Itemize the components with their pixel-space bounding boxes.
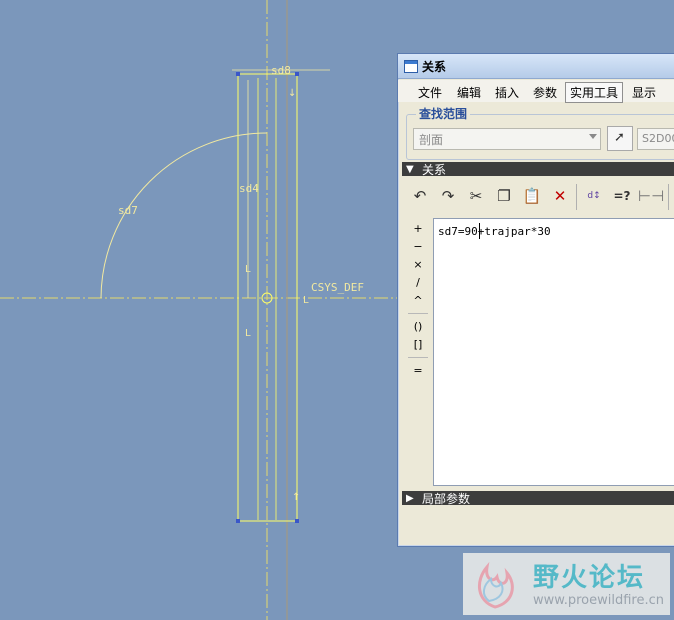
- window-icon: [404, 60, 418, 73]
- switch-dimensions-icon[interactable]: d↕: [582, 184, 606, 208]
- section-name-field[interactable]: S2D000: [637, 128, 674, 150]
- constraint-mark: ↑: [292, 492, 300, 503]
- menu-insert[interactable]: 插入: [491, 83, 523, 102]
- vertex: [295, 519, 299, 523]
- dim-label-sd4[interactable]: sd4: [239, 182, 259, 195]
- toolbar-separator: [668, 184, 669, 210]
- relations-dialog[interactable]: 关系 文件 编辑 插入 参数 实用工具 显示 查找范围 剖面 ➚ S2D000 …: [397, 53, 674, 547]
- constraint-mark: L: [245, 264, 251, 275]
- operator-multiply[interactable]: ×: [406, 257, 430, 273]
- paste-icon[interactable]: 📋: [520, 184, 544, 208]
- constraint-mark: L: [303, 295, 309, 306]
- cut-icon[interactable]: ✂: [464, 184, 488, 208]
- operator-divide[interactable]: /: [406, 275, 430, 291]
- search-scope-label: 查找范围: [416, 105, 471, 122]
- flame-logo-icon: [478, 561, 514, 609]
- vertex: [236, 519, 240, 523]
- relations-editor[interactable]: sd7=90+trajpar*30: [433, 218, 674, 486]
- constraint-mark: ↓: [288, 88, 296, 99]
- undo-icon[interactable]: ↶: [408, 184, 432, 208]
- operator-separator: [408, 357, 428, 358]
- evaluate-icon[interactable]: =?: [610, 184, 634, 208]
- vertex: [236, 72, 240, 76]
- redo-icon[interactable]: ↷: [436, 184, 460, 208]
- local-params-title: 局部参数: [422, 492, 471, 506]
- relations-section-title: 关系: [422, 163, 447, 177]
- operator-plus[interactable]: +: [406, 221, 430, 237]
- collapse-triangle-icon: ▼: [406, 164, 414, 175]
- relations-toolbar: ↶ ↷ ✂ ❐ 📋 ✕ d↕ =? ⊢⊣: [406, 180, 674, 214]
- dialog-title: 关系: [422, 60, 447, 74]
- dim-label-sd7[interactable]: sd7: [118, 204, 138, 217]
- expand-triangle-icon: ▶: [406, 493, 414, 504]
- operator-equals[interactable]: =: [406, 363, 430, 379]
- select-pointer-button[interactable]: ➚: [607, 126, 633, 151]
- watermark: 野火论坛 www.proewildfire.cn: [463, 553, 670, 615]
- menu-edit[interactable]: 编辑: [453, 83, 485, 102]
- watermark-url: www.proewildfire.cn: [533, 593, 664, 608]
- section-name-value: S2D000: [642, 132, 674, 145]
- menu-bar: 文件 编辑 插入 参数 实用工具 显示: [398, 80, 674, 103]
- delete-icon[interactable]: ✕: [548, 184, 572, 208]
- relations-section-header[interactable]: ▼ 关系: [402, 162, 674, 177]
- copy-icon[interactable]: ❐: [492, 184, 516, 208]
- dialog-titlebar[interactable]: 关系: [398, 54, 674, 79]
- csys-label: CSYS_DEF: [311, 281, 364, 294]
- menu-file[interactable]: 文件: [414, 83, 446, 102]
- vertex: [295, 72, 299, 76]
- dim-label-sd8[interactable]: sd8: [271, 64, 291, 77]
- measure-icon[interactable]: ⊢⊣: [638, 184, 664, 208]
- watermark-title: 野火论坛: [533, 563, 646, 593]
- menu-utilities[interactable]: 实用工具: [565, 82, 624, 103]
- cursor-arrow-icon: ➚: [614, 130, 625, 145]
- operator-brackets[interactable]: []: [406, 337, 430, 353]
- constraint-mark: L: [245, 328, 251, 339]
- operator-power[interactable]: ^: [406, 293, 430, 309]
- menu-display[interactable]: 显示: [628, 83, 660, 102]
- operator-minus[interactable]: −: [406, 239, 430, 255]
- relation-text: sd7=90+trajpar*30: [438, 225, 551, 238]
- menu-parameters[interactable]: 参数: [529, 83, 561, 102]
- local-params-section-header[interactable]: ▶ 局部参数: [402, 491, 674, 506]
- text-caret: [479, 223, 480, 239]
- toolbar-separator: [576, 184, 577, 210]
- chevron-down-icon: [589, 134, 597, 139]
- operator-parentheses[interactable]: (): [406, 319, 430, 335]
- operator-separator: [408, 313, 428, 314]
- scope-combo[interactable]: 剖面: [413, 128, 601, 150]
- operator-column: + − × / ^ () [] =: [406, 217, 430, 487]
- scope-combo-value: 剖面: [419, 133, 444, 147]
